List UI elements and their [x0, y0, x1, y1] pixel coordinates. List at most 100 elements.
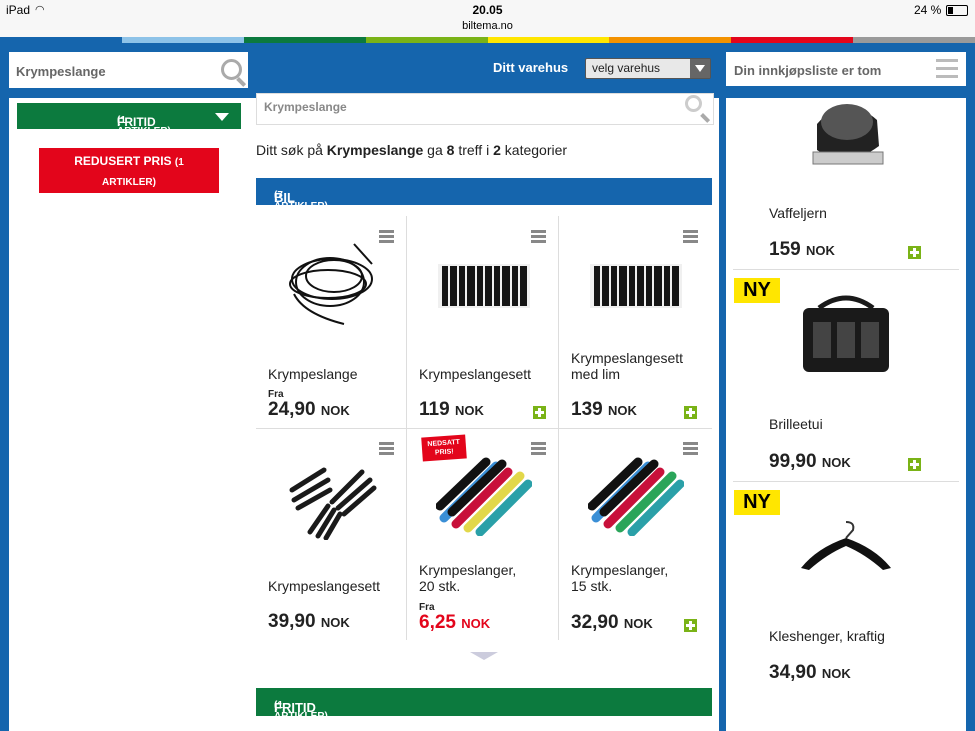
price-currency: NOK [320, 615, 350, 630]
product-image [801, 521, 891, 570]
price-currency: NOK [821, 666, 851, 681]
product-image [438, 264, 530, 308]
product-card[interactable]: Krympeslangesett 39,90 NOK [256, 428, 406, 640]
product-name[interactable]: Brilleetui [769, 416, 823, 432]
result-hits: 8 [446, 142, 455, 158]
battery-fill [948, 7, 953, 14]
search-icon[interactable] [685, 95, 702, 112]
price-currency: NOK [607, 403, 637, 418]
category-header-bil-mc[interactable]: BIL - MC (7 ARTIKLER) [256, 178, 712, 235]
product-name-line1: Krympeslangesett [571, 350, 684, 366]
category-count: (1 ARTIKLER) [274, 700, 328, 722]
main-search-input[interactable]: Krympeslange [256, 93, 714, 125]
result-prefix: Ditt søk på [256, 142, 323, 158]
product-card[interactable]: NEDSATT PRIS! Krympeslanger, 20 stk. Fra 6… [406, 428, 558, 640]
new-badge: NY [734, 490, 780, 515]
product-image [436, 457, 532, 536]
product-image [588, 457, 684, 536]
search-icon[interactable] [221, 59, 242, 80]
product-image [590, 264, 682, 308]
add-to-list-icon[interactable] [908, 458, 921, 471]
address-bar[interactable]: biltema.no [0, 20, 975, 32]
add-to-list-icon[interactable] [684, 406, 697, 419]
menu-icon[interactable] [531, 442, 546, 456]
clock: 20.05 [472, 3, 503, 17]
product-name-line2: med lim [571, 366, 621, 382]
chevron-down-icon [215, 113, 229, 121]
category-button-count: (1 ARTIKLER) [117, 115, 171, 137]
product-name-line1: Krympeslanger, [571, 562, 669, 578]
category-header-fritid[interactable]: FRITID (1 ARTIKLER) [256, 688, 712, 722]
product-name[interactable]: Vaffeljern [769, 205, 827, 221]
product-name[interactable]: Krympeslangesett [268, 578, 380, 594]
price-value: 119 [419, 399, 450, 420]
filter-button-name: REDUSERT PRIS [74, 154, 172, 168]
store-select[interactable]: velg varehus [585, 58, 711, 79]
search-value: Krympeslange [16, 64, 106, 79]
product-name-line2: 20 stk. [419, 578, 461, 594]
product-price: 159 NOK [769, 239, 835, 261]
show-more-arrow-icon[interactable] [470, 652, 498, 660]
reduced-price-filter-button[interactable]: REDUSERT PRIS (1 ARTIKLER) [39, 148, 219, 193]
search-input[interactable]: Krympeslange [9, 52, 248, 88]
result-mid1: ga [427, 142, 443, 158]
price-currency: NOK [454, 403, 484, 418]
product-card[interactable]: Krympeslanger, 15 stk. 32,90 NOK [558, 428, 712, 640]
add-to-list-icon[interactable] [908, 246, 921, 259]
add-to-list-icon[interactable] [533, 406, 546, 419]
filter-button-count-b: ARTIKLER) [102, 177, 156, 188]
price-value: 34,90 [769, 662, 817, 683]
menu-icon[interactable] [683, 230, 698, 244]
product-card[interactable]: Krympeslangesett 119 NOK [406, 216, 558, 428]
product-name[interactable]: Krympeslange [268, 366, 358, 382]
price-currency: NOK [821, 455, 851, 470]
product-card[interactable]: Vaffeljern 159 NOK [733, 98, 959, 268]
product-name[interactable]: Krympeslanger, 20 stk. [419, 562, 516, 594]
main-search-value: Krympeslange [264, 100, 347, 114]
product-grid: Krympeslange Fra 24,90 NOK Krympeslanges… [256, 216, 712, 640]
new-badge: NY [734, 278, 780, 303]
product-price: 99,90 NOK [769, 451, 851, 473]
product-price: 119 NOK [419, 399, 484, 421]
product-card[interactable]: NY Kleshenger, kraftig 34,90 NOK [733, 482, 959, 712]
price-currency: NOK [461, 616, 491, 631]
product-card[interactable]: Krympeslange Fra 24,90 NOK [256, 216, 406, 428]
battery-level: 24 % [914, 3, 942, 17]
product-price: 34,90 NOK [769, 662, 851, 684]
price-value: 32,90 [571, 612, 619, 633]
shopping-list-box[interactable]: Din innkjøpsliste er tom [726, 52, 966, 86]
list-icon[interactable] [936, 57, 958, 81]
search-result-summary: Ditt søk på Krympeslange ga 8 treff i 2 … [256, 142, 567, 158]
price-value: 139 [571, 399, 603, 420]
sale-badge-line1: NEDSATT [427, 438, 461, 449]
product-name[interactable]: Kleshenger, kraftig [769, 628, 885, 644]
product-card[interactable]: NY Brilleetui 99,90 NOK [733, 270, 959, 480]
product-image [803, 295, 889, 372]
product-image [289, 243, 373, 325]
price-value: 99,90 [769, 451, 817, 472]
product-name[interactable]: Krympeslangesett med lim [571, 350, 683, 382]
menu-icon[interactable] [531, 230, 546, 244]
result-suffix: kategorier [504, 142, 568, 158]
category-count: (7 ARTIKLER) [274, 190, 328, 212]
menu-icon[interactable] [379, 230, 394, 244]
price-value: 39,90 [268, 611, 316, 632]
product-name[interactable]: Krympeslanger, 15 stk. [571, 562, 668, 594]
price-value: 6,25 [419, 612, 456, 633]
menu-icon[interactable] [683, 442, 698, 456]
add-to-list-icon[interactable] [684, 619, 697, 632]
product-image [289, 467, 377, 540]
product-image [812, 104, 884, 165]
filter-button-count-a: (1 [174, 157, 184, 168]
product-name[interactable]: Krympeslangesett [419, 366, 531, 382]
chevron-down-icon [690, 59, 710, 78]
product-price: 24,90 NOK [268, 399, 350, 421]
product-card[interactable]: Krympeslangesett med lim 139 NOK [558, 216, 712, 428]
store-select-value: velg varehus [592, 61, 661, 75]
result-mid2: treff i [458, 142, 490, 158]
category-dropdown-button[interactable]: FRITID (1 ARTIKLER) [17, 103, 241, 137]
price-currency: NOK [320, 403, 350, 418]
price-currency: NOK [623, 616, 653, 631]
shopping-list-label: Din innkjøpsliste er tom [734, 63, 882, 78]
product-price: 6,25 NOK [419, 612, 490, 634]
